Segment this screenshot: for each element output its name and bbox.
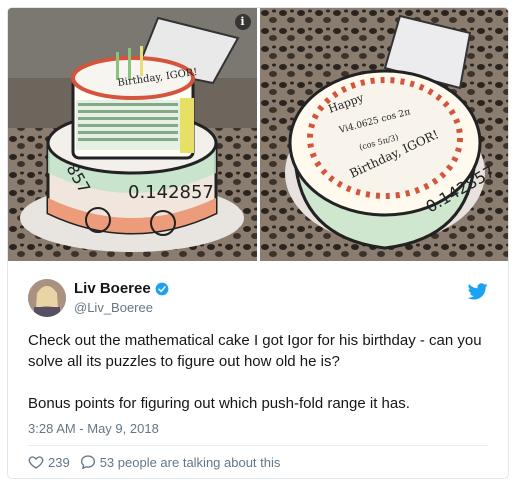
ring-digits-front: 0.142857	[128, 182, 214, 203]
info-icon[interactable]: i	[234, 14, 251, 30]
heart-icon	[28, 456, 44, 469]
tweet-card[interactable]: 857 0.142857 Birthday, IGOR! i 0.142857 …	[7, 7, 509, 479]
author-block: Liv Boeree @Liv_Boeree	[74, 280, 169, 315]
avatar-image	[28, 279, 66, 317]
author-name-row[interactable]: Liv Boeree	[74, 280, 169, 297]
tweet-text-paragraph-1: Check out the mathematical cake I got Ig…	[28, 332, 482, 370]
avatar[interactable]	[28, 279, 66, 317]
photo-2[interactable]: 0.142857 Happy Vi4.0625 cos 2π (cos 5π/3…	[259, 8, 509, 261]
speech-bubble-icon	[80, 455, 95, 469]
cake-photo-1: 857 0.142857 Birthday, IGOR!	[8, 8, 257, 261]
like-count: 239	[48, 454, 70, 470]
tweet-timestamp[interactable]: 3:28 AM - May 9, 2018	[28, 421, 159, 436]
tweet-text-paragraph-2: Bonus points for figuring out which push…	[28, 395, 410, 412]
tweet-text: Check out the mathematical cake I got Ig…	[28, 330, 488, 414]
author-handle[interactable]: @Liv_Boeree	[74, 300, 169, 315]
photo-grid: 857 0.142857 Birthday, IGOR! i 0.142857 …	[8, 8, 508, 261]
divider	[28, 445, 488, 446]
reply-button[interactable]: 53 people are talking about this	[80, 454, 281, 470]
talking-count-label: 53 people are talking about this	[99, 454, 281, 470]
author-name[interactable]: Liv Boeree	[74, 280, 151, 297]
verified-badge-icon	[155, 282, 169, 295]
tweet-header: Liv Boeree @Liv_Boeree	[28, 279, 488, 319]
cake-photo-2: 0.142857 Happy Vi4.0625 cos 2π (cos 5π/3…	[259, 8, 508, 261]
twitter-bird-icon[interactable]	[468, 283, 488, 300]
like-button[interactable]: 239	[28, 454, 70, 470]
tweet-actions: 239 53 people are talking about this	[28, 454, 290, 470]
photo-1[interactable]: 857 0.142857 Birthday, IGOR! i	[8, 8, 257, 261]
